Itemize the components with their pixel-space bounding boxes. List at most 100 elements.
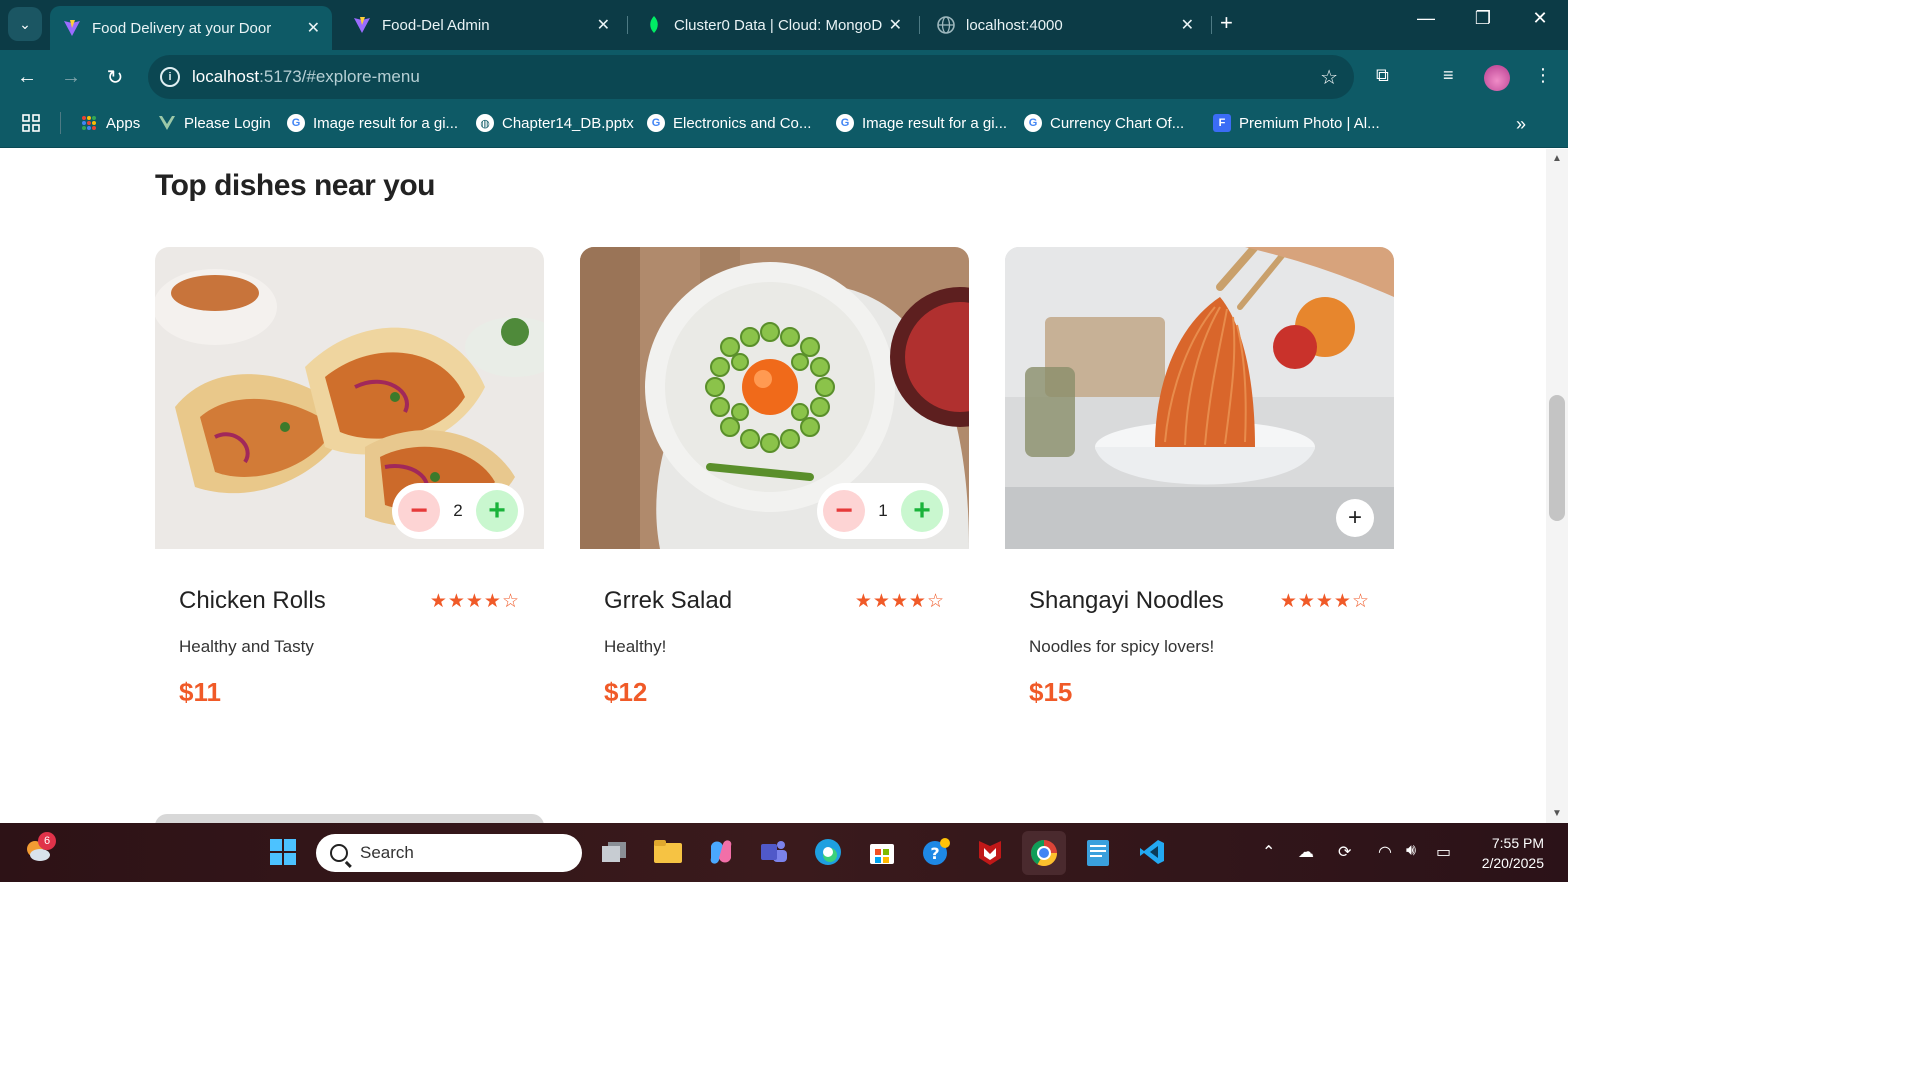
add-to-cart-button[interactable]: + [1336,499,1374,537]
mcafee-icon[interactable] [974,836,1006,868]
close-window-icon[interactable]: ✕ [1520,8,1560,29]
mongodb-leaf-icon [644,15,664,35]
apps-dots-icon [80,114,98,132]
google-icon: G [1024,114,1042,132]
file-explorer-icon[interactable] [652,836,684,868]
wifi-icon[interactable]: ◠ [1378,842,1392,862]
increase-quantity-button[interactable]: + [901,490,943,532]
increase-quantity-button[interactable]: + [476,490,518,532]
address-bar[interactable]: i localhost:5173/#explore-menu ☆ [148,55,1354,99]
vscode-icon[interactable] [1136,836,1168,868]
bookmark-electronics[interactable]: G Electronics and Co... [647,114,811,132]
bookmark-premium-photo[interactable]: F Premium Photo | Al... [1213,114,1380,132]
notepad-icon[interactable] [1082,836,1114,868]
clock-date: 2/20/2025 [1481,855,1544,871]
tab-label: Cluster0 Data | Cloud: MongoD [674,16,883,34]
copilot-icon[interactable] [705,836,737,868]
bookmark-currency-chart[interactable]: G Currency Chart Of... [1024,114,1184,132]
page-scrollbar[interactable]: ▲ ▼ [1546,149,1568,823]
quantity-counter: − 2 + [392,483,524,539]
bookmark-label: Image result for a gi... [862,114,1008,132]
food-image-noodles: + [1005,247,1394,549]
freepik-icon: F [1213,114,1231,132]
profile-avatar[interactable] [1484,65,1510,91]
tab-label: Food Delivery at your Door [92,19,272,37]
taskbar-search-input[interactable]: Search [316,834,582,872]
more-menu-icon[interactable]: ⋮ [1534,65,1552,86]
windows-start-icon[interactable] [267,836,299,868]
restore-icon[interactable]: ❐ [1463,8,1503,29]
bookmark-label: Image result for a gi... [313,114,459,132]
forward-arrow-icon[interactable]: → [58,64,84,90]
volume-icon[interactable]: 🔊︎ [1406,842,1416,860]
dish-name: Shangayi Noodles [1029,587,1224,614]
scroll-up-icon[interactable]: ▲ [1552,153,1562,164]
bookmark-label: Electronics and Co... [673,114,812,132]
globe-icon [936,15,956,35]
bookmark-chapter14[interactable]: ◍ Chapter14_DB.pptx [476,114,634,132]
new-tab-button[interactable]: + [1220,10,1233,36]
chrome-icon[interactable] [1022,831,1066,875]
quantity-value: 2 [453,501,463,520]
teams-icon[interactable] [758,836,790,868]
bookmark-label: Chapter14_DB.pptx [502,114,634,132]
vite-icon [352,15,372,35]
decrease-quantity-button[interactable]: − [398,490,440,532]
reload-icon[interactable]: ↻ [102,64,128,90]
close-tab-icon[interactable]: ✕ [1181,15,1194,35]
tab-food-delivery[interactable]: Food Delivery at your Door ✕ [50,6,332,50]
bookmark-please-login[interactable]: Please Login [158,114,271,132]
quantity-counter: − 1 + [817,483,949,539]
screen: ⌄ Food Delivery at your Door ✕ Food-Del … [0,0,1568,882]
close-tab-icon[interactable]: ✕ [307,18,320,38]
google-icon: G [836,114,854,132]
task-view-icon[interactable] [598,836,630,868]
browser-toolbar: ← → ↻ i localhost:5173/#explore-menu ☆ ⧉… [0,50,1568,104]
dish-price: $11 [179,677,221,707]
close-tab-icon[interactable]: ✕ [889,15,902,35]
bookmark-image-result-1[interactable]: G Image result for a gi... [287,114,458,132]
minimize-icon[interactable]: — [1406,8,1446,29]
get-help-icon[interactable]: ? [920,836,952,868]
tab-food-del-admin[interactable]: Food-Del Admin ✕ [340,6,622,44]
google-icon: G [647,114,665,132]
scroll-down-icon[interactable]: ▼ [1552,808,1562,819]
rating-stars-icon: ★★★★☆ [854,591,945,612]
svg-text:?: ? [930,844,939,863]
decrease-quantity-button[interactable]: − [823,490,865,532]
microsoft-store-icon[interactable] [866,836,898,868]
url-text[interactable]: localhost:5173/#explore-menu [192,67,420,87]
dish-description: Healthy! [604,637,667,656]
quantity-value: 1 [878,501,888,520]
close-tab-icon[interactable]: ✕ [597,15,610,35]
dish-price: $15 [1029,677,1073,707]
clock-time: 7:55 PM [1491,835,1544,851]
scrollbar-thumb[interactable] [1549,395,1565,521]
tab-label: localhost:4000 [966,16,1063,34]
bookmarks-separator [60,112,61,134]
apps-grid-icon[interactable] [22,114,40,132]
tab-localhost-4000[interactable]: localhost:4000 ✕ [924,6,1206,44]
bookmark-label: Premium Photo | Al... [1239,114,1380,132]
next-food-card-partial [155,814,544,823]
back-arrow-icon[interactable]: ← [14,64,40,90]
bookmark-image-result-2[interactable]: G Image result for a gi... [836,114,1007,132]
sync-icon[interactable]: ⟳ [1338,842,1351,862]
site-info-icon[interactable]: i [160,67,180,87]
bookmark-label: Currency Chart Of... [1050,114,1185,132]
bookmark-star-icon[interactable]: ☆ [1320,65,1338,90]
more-bookmarks-icon[interactable]: » [1516,114,1526,135]
dish-name: Chicken Rolls [179,587,326,614]
extensions-icon[interactable]: ⧉ [1376,65,1389,86]
edge-icon[interactable] [812,836,844,868]
tab-mongodb[interactable]: Cluster0 Data | Cloud: MongoD ✕ [632,6,914,44]
bookmark-apps[interactable]: Apps [80,114,140,132]
media-controls-icon[interactable]: ≡ [1443,65,1454,86]
onedrive-icon[interactable]: ☁ [1298,842,1314,862]
show-hidden-icons-icon[interactable]: ⌃ [1262,842,1275,862]
windows-taskbar: Search ? ⌃ ☁ ⟳ ◠ 🔊︎ ▭ 7:55 PM 2/20/2025 [0,823,1568,882]
battery-icon[interactable]: ▭ [1436,842,1451,862]
system-clock[interactable]: 7:55 PM 2/20/2025 [1482,833,1544,873]
food-card: − 2 + Chicken Rolls ★★★★☆ Healthy and Ta… [155,247,544,747]
tab-search-button[interactable]: ⌄ [8,7,42,41]
